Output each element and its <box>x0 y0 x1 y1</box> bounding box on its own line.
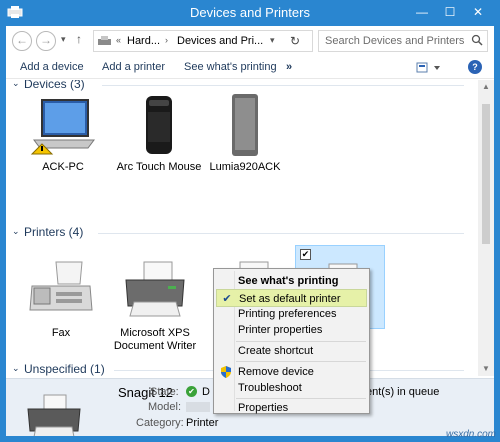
menu-item-printer-properties[interactable]: Printer properties <box>216 321 367 339</box>
menu-item-label: Create shortcut <box>238 345 314 357</box>
menu-item-create-shortcut[interactable]: Create shortcut <box>216 342 367 360</box>
scroll-up-arrow-icon[interactable]: ▲ <box>481 82 491 92</box>
phone-icon <box>232 94 258 156</box>
model-value-redacted <box>186 402 210 412</box>
context-menu: See what's printing ✔ Set as default pri… <box>213 268 370 414</box>
add-device-button[interactable]: Add a device <box>20 61 84 73</box>
search-input[interactable] <box>319 31 469 51</box>
printer-icon <box>125 261 185 317</box>
address-dropdown[interactable]: ▾ <box>270 35 275 46</box>
device-name: Lumia920ACK <box>209 161 281 173</box>
help-button[interactable]: ? <box>468 60 482 74</box>
minimize-button[interactable]: — <box>410 4 434 20</box>
device-name: Arc Touch Mouse <box>116 161 202 173</box>
menu-separator <box>236 361 366 362</box>
forward-button[interactable]: → <box>36 31 56 51</box>
maximize-button[interactable]: ☐ <box>438 4 462 20</box>
checkmark-icon: ✔ <box>222 293 232 305</box>
state-label: State: <box>150 386 179 398</box>
command-bar: Add a device Add a printer See what's pr… <box>6 57 494 79</box>
collapse-chevron-icon[interactable]: ⌄ <box>12 363 20 374</box>
recent-locations-dropdown[interactable]: ▾ <box>61 34 66 45</box>
laptop-warning-icon <box>30 99 95 155</box>
refresh-button[interactable]: ↻ <box>290 34 300 48</box>
printer-item[interactable]: Fax <box>16 258 106 340</box>
menu-item-label: See what's printing <box>238 275 339 287</box>
watermark: wsxdn.com <box>445 429 496 440</box>
menu-item-troubleshoot[interactable]: Troubleshoot <box>216 379 367 397</box>
mouse-icon <box>146 96 172 154</box>
printer-name: Fax <box>51 327 71 339</box>
breadcrumb-separator[interactable]: › <box>165 35 168 45</box>
device-item[interactable]: Lumia920ACK <box>200 92 290 174</box>
uac-shield-icon <box>221 366 231 378</box>
menu-item-label: Printer properties <box>238 324 323 336</box>
add-printer-button[interactable]: Add a printer <box>102 61 165 73</box>
vertical-scrollbar[interactable]: ▲ ▼ <box>478 80 494 376</box>
back-button[interactable]: ← <box>12 31 32 51</box>
documents-in-queue: ent(s) in queue <box>366 386 440 398</box>
collapse-chevron-icon[interactable]: ⌄ <box>12 226 20 237</box>
device-name: ACK-PC <box>42 161 84 173</box>
category-value: Printer <box>186 417 219 429</box>
status-ok-icon: ✔ <box>186 386 197 397</box>
group-header-printers[interactable]: ⌄ Printers (4) <box>10 225 470 241</box>
fax-icon <box>29 261 93 311</box>
up-button[interactable]: ↑ <box>76 32 82 46</box>
menu-item-label: Remove device <box>238 366 314 378</box>
device-item[interactable]: ACK-PC <box>18 92 108 174</box>
printer-name: Microsoft XPS Document Writer <box>113 327 197 352</box>
selection-checkbox[interactable]: ✔ <box>300 249 311 260</box>
category-label: Category: <box>136 417 184 429</box>
menu-item-label: Set as default printer <box>239 293 341 305</box>
device-item[interactable]: Arc Touch Mouse <box>114 92 204 174</box>
scroll-down-arrow-icon[interactable]: ▼ <box>481 364 491 374</box>
group-label: Devices (3) <box>24 80 85 91</box>
more-commands-button[interactable]: » <box>286 61 292 73</box>
breadcrumb-devices-printers[interactable]: Devices and Pri... <box>177 35 263 47</box>
address-bar[interactable]: « Hard... › Devices and Pri... ▾ ↻ <box>93 30 313 52</box>
menu-item-label: Printing preferences <box>238 308 337 320</box>
breadcrumb-overflow[interactable]: « <box>116 35 121 45</box>
group-divider <box>98 233 464 234</box>
see-whats-printing-button[interactable]: See what's printing <box>184 61 277 73</box>
title-bar[interactable]: Devices and Printers — ☐ ✕ <box>0 0 500 26</box>
navigation-bar: ← → ▾ ↑ « Hard... › Devices and Pri... ▾… <box>6 26 494 56</box>
collapse-chevron-icon[interactable]: ⌄ <box>12 80 20 89</box>
menu-item-see-whats-printing[interactable]: See what's printing <box>216 272 367 290</box>
search-icon[interactable] <box>471 34 483 46</box>
group-label: Unspecified (1) <box>24 362 105 376</box>
state-value: D <box>202 386 210 398</box>
window: Devices and Printers — ☐ ✕ ← → ▾ ↑ « Har… <box>0 0 500 442</box>
breadcrumb-hardware[interactable]: Hard... <box>127 35 160 47</box>
group-divider <box>102 85 464 86</box>
scrollbar-thumb[interactable] <box>482 104 490 244</box>
search-box[interactable] <box>318 30 488 52</box>
close-button[interactable]: ✕ <box>466 4 490 20</box>
devices-location-icon <box>98 36 111 45</box>
model-label: Model: <box>148 401 182 413</box>
group-label: Printers (4) <box>24 225 84 239</box>
printer-item[interactable]: Microsoft XPS Document Writer <box>110 258 200 353</box>
menu-item-label: Properties <box>238 402 289 414</box>
change-view-icon[interactable] <box>415 61 443 75</box>
menu-item-label: Troubleshoot <box>238 382 302 394</box>
printer-icon <box>27 394 81 436</box>
menu-item-properties[interactable]: Properties <box>216 399 367 417</box>
